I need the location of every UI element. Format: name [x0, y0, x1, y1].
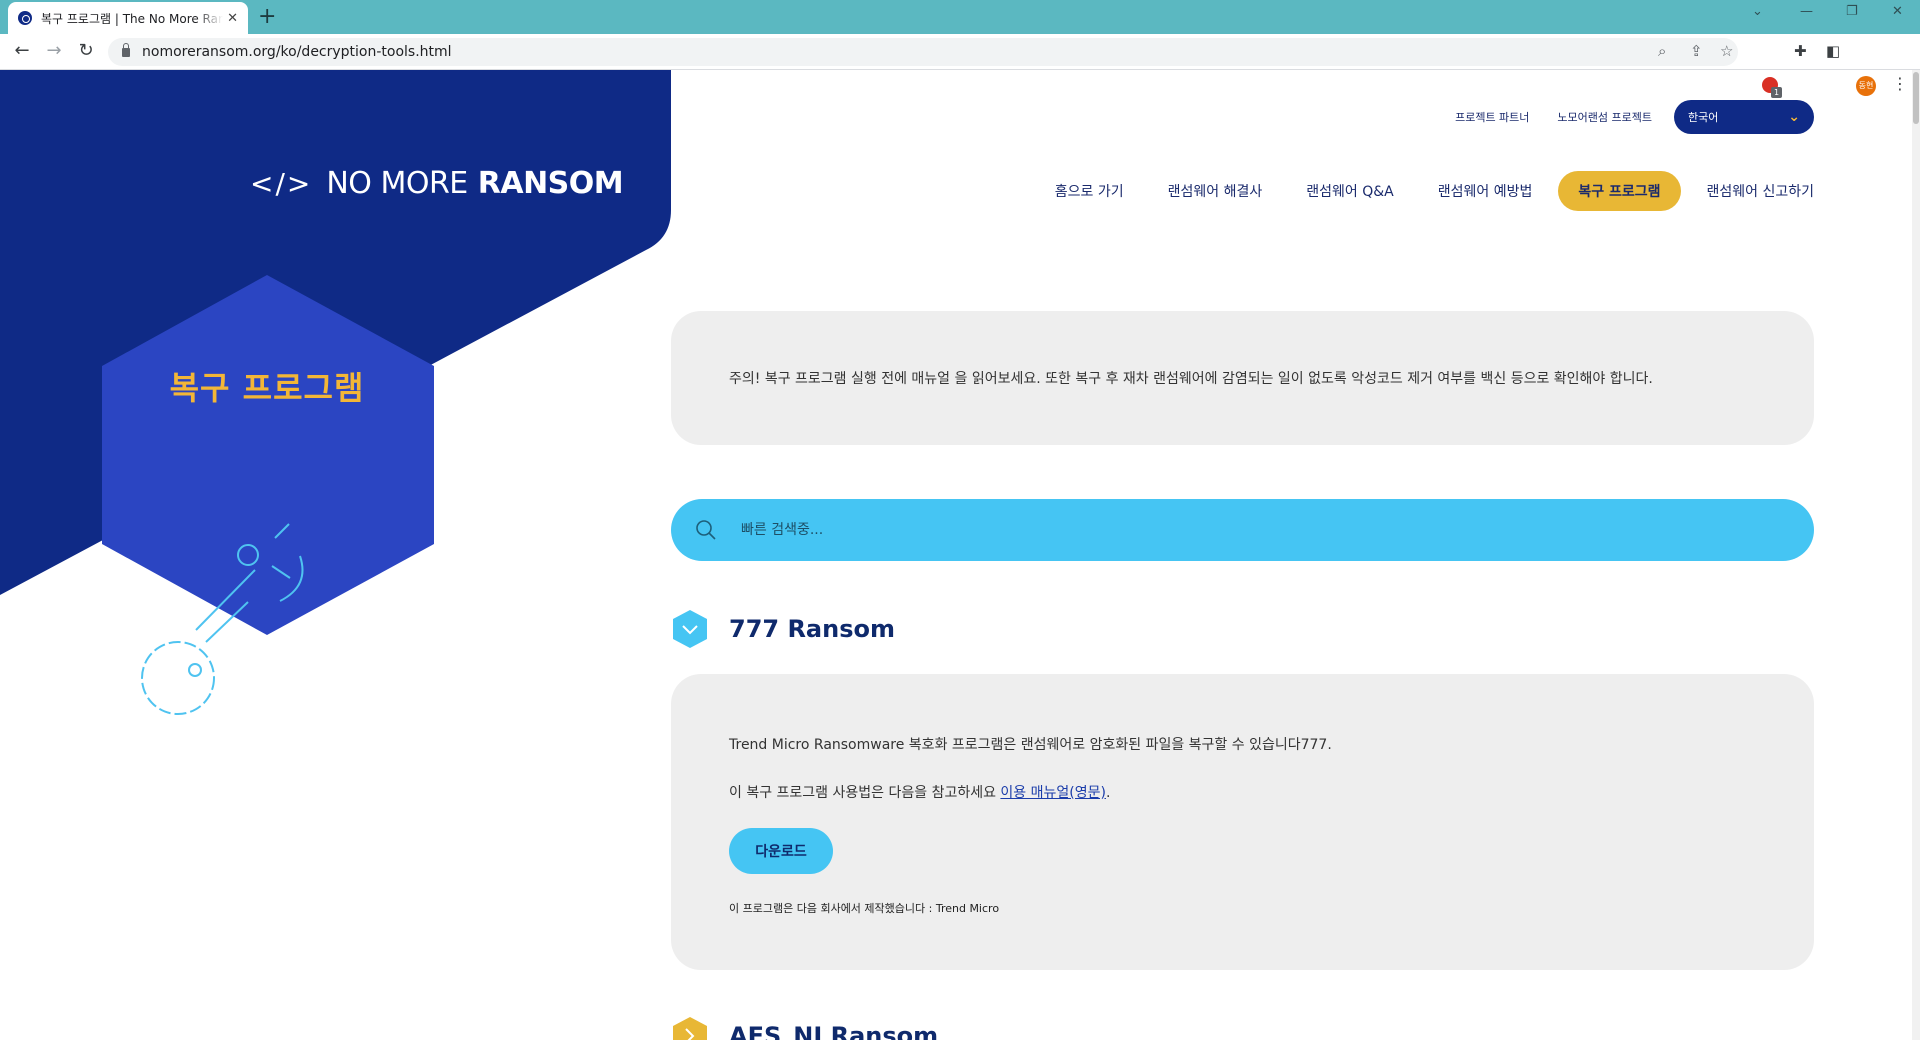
chevron-down-icon: ⌄ [1788, 109, 1800, 125]
language-select[interactable]: 한국어 ⌄ [1674, 100, 1814, 134]
browser-toolbar: ← → ↻ nomoreransom.org/ko/decryption-too… [0, 34, 1920, 98]
search-icon [696, 520, 716, 540]
address-bar[interactable]: nomoreransom.org/ko/decryption-tools.htm… [108, 38, 1738, 66]
top-utility-nav: 프로젝트 파트너 노모어랜섬 프로젝트 한국어 ⌄ [1427, 100, 1814, 134]
share-icon[interactable]: ⇪ [1690, 42, 1703, 60]
usage-manual-link[interactable]: 이용 매뉴얼(영문) [1000, 785, 1106, 801]
logo-text-no-more: NO MORE [326, 166, 468, 201]
notice-box: 주의! 복구 프로그램 실행 전에 매뉴얼 을 읽어보세요. 또한 복구 후 재… [671, 311, 1814, 445]
entry-card: Trend Micro Ransomware 복호화 프로그램은 랜섬웨어로 암… [671, 674, 1814, 970]
url-text[interactable]: nomoreransom.org/ko/decryption-tools.htm… [142, 44, 452, 60]
nav-prevention[interactable]: 랜섬웨어 예방법 [1438, 181, 1533, 201]
search-input[interactable] [741, 522, 1741, 538]
link-project-partners[interactable]: 프로젝트 파트너 [1455, 109, 1529, 125]
nav-home[interactable]: 홈으로 가기 [1055, 181, 1124, 201]
download-button[interactable]: 다운로드 [729, 828, 833, 874]
search-bar[interactable] [671, 499, 1814, 561]
expand-chevron-icon[interactable] [671, 1016, 709, 1040]
notice-text: 주의! 복구 프로그램 실행 전에 매뉴얼 을 읽어보세요. 또한 복구 후 재… [729, 371, 1653, 387]
nav-report-crime[interactable]: 랜섬웨어 신고하기 [1707, 181, 1815, 201]
logo-text-ransom: RANSOM [477, 166, 624, 201]
lock-icon [122, 42, 130, 57]
entry-usage: 이 복구 프로그램 사용법은 다음을 참고하세요 이용 매뉴얼(영문). [729, 782, 1756, 802]
entry-maker: 이 프로그램은 다음 회사에서 제작했습니다 : Trend Micro [729, 902, 1000, 915]
usage-suffix: . [1105, 785, 1111, 801]
window-close-icon[interactable]: ✕ [1892, 4, 1903, 19]
tab-search-icon[interactable]: ⌄ [1752, 4, 1763, 19]
restore-icon[interactable]: ❐ [1846, 4, 1858, 19]
extensions-puzzle-icon[interactable]: ✚ [1794, 42, 1807, 60]
page-content: </> NO MORE RANSOM 복구 프로그램 프로젝트 파트너 노모어랜… [0, 70, 1920, 1040]
site-favicon-icon [18, 11, 32, 25]
language-value: 한국어 [1688, 111, 1719, 124]
zoom-icon[interactable]: ⌕ [1658, 42, 1666, 60]
entry-header[interactable]: AES_NI Ransom [671, 1016, 938, 1040]
browser-tab[interactable]: 복구 프로그램 | The No More Ransom Project ✕ [8, 2, 248, 34]
entry-title: 777 Ransom [729, 615, 895, 643]
section-title: 복구 프로그램 [169, 369, 365, 407]
minimize-icon[interactable]: — [1800, 4, 1813, 19]
scrollbar-thumb[interactable] [1913, 72, 1919, 124]
nav-decryption-tools[interactable]: 복구 프로그램 [1558, 171, 1681, 211]
site-logo[interactable]: </> NO MORE RANSOM [250, 166, 624, 201]
link-nomoreransom-project[interactable]: 노모어랜섬 프로젝트 [1557, 109, 1652, 125]
entry-description: Trend Micro Ransomware 복호화 프로그램은 랜섬웨어로 암… [729, 737, 1332, 753]
logo-mark-icon: </> [250, 167, 313, 200]
nav-ransomware-qa[interactable]: 랜섬웨어 Q&A [1306, 181, 1393, 201]
tab-close-icon[interactable]: ✕ [227, 11, 238, 26]
reload-icon[interactable]: ↻ [74, 40, 98, 61]
page-scrollbar[interactable] [1912, 70, 1920, 1040]
side-panel-icon[interactable]: ◧ [1826, 42, 1840, 60]
usage-prefix: 이 복구 프로그램 사용법은 다음을 참고하세요 [729, 785, 1001, 801]
entry-header[interactable]: 777 Ransom [671, 609, 895, 649]
bookmark-star-icon[interactable]: ☆ [1720, 42, 1733, 60]
nav-crypto-sheriff[interactable]: 랜섬웨어 해결사 [1168, 181, 1263, 201]
tab-title: 복구 프로그램 | The No More Ransom Project [41, 11, 224, 26]
entry-title: AES_NI Ransom [729, 1022, 939, 1040]
browser-tab-bar: 복구 프로그램 | The No More Ransom Project ✕ +… [0, 0, 1920, 34]
back-icon[interactable]: ← [10, 40, 34, 61]
expand-chevron-icon[interactable] [671, 609, 709, 649]
forward-icon[interactable]: → [42, 40, 66, 61]
main-nav: 홈으로 가기 랜섬웨어 해결사 랜섬웨어 Q&A 랜섬웨어 예방법 복구 프로그… [1011, 171, 1814, 211]
new-tab-icon[interactable]: + [258, 5, 276, 29]
